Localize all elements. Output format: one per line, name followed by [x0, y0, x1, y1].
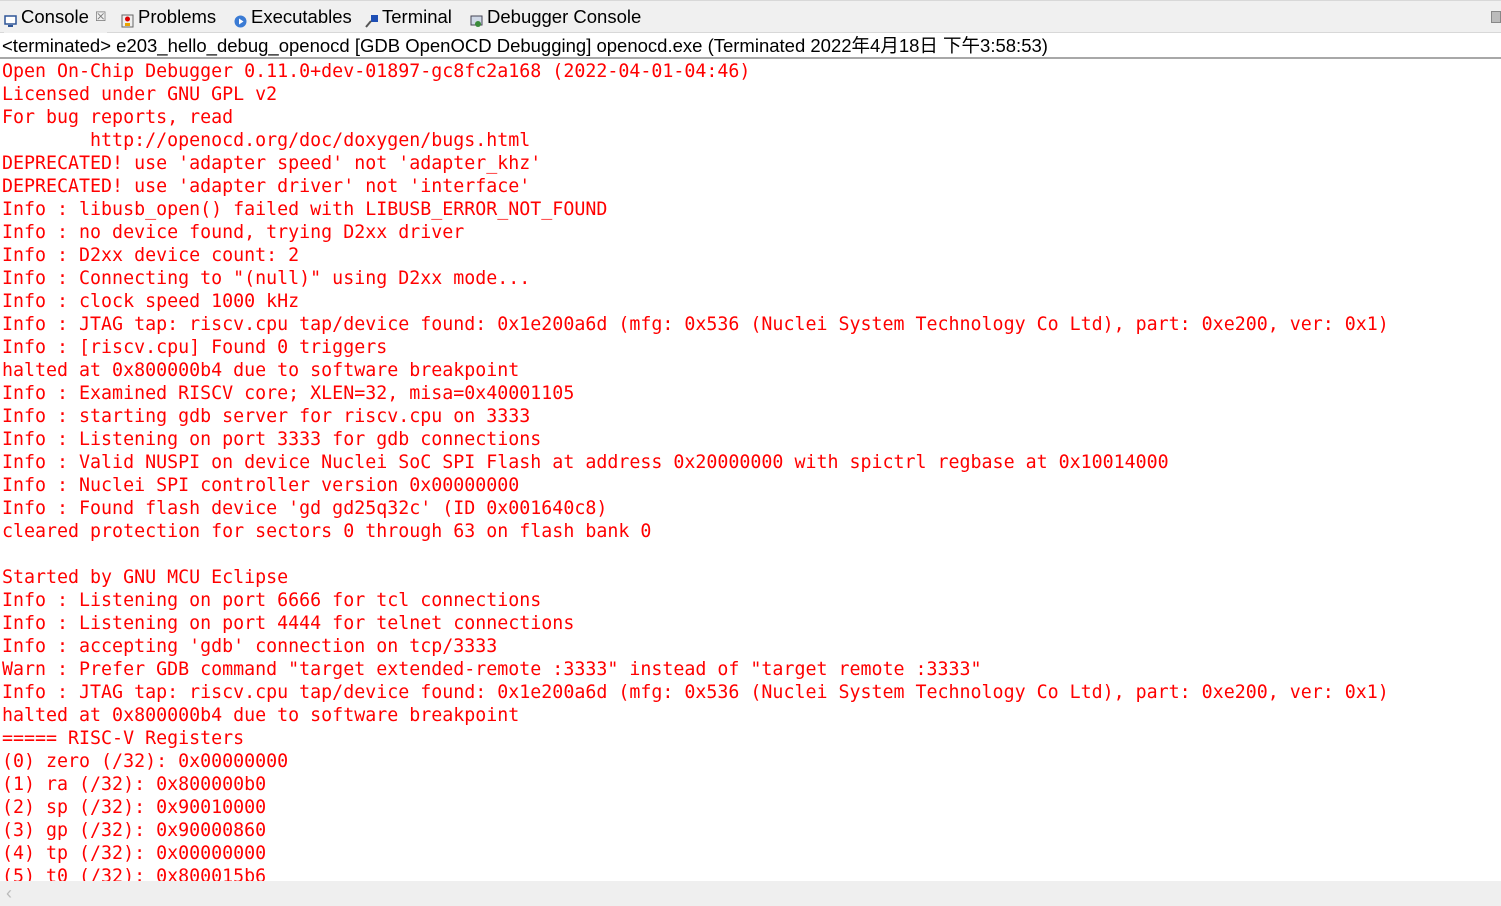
console-output[interactable]: Open On-Chip Debugger 0.11.0+dev-01897-g…	[2, 60, 1501, 881]
console-line: http://openocd.org/doc/doxygen/bugs.html	[2, 130, 531, 151]
console-line: Info : [riscv.cpu] Found 0 triggers	[2, 337, 388, 358]
console-line: Info : Listening on port 4444 for telnet…	[2, 613, 575, 634]
console-line: cleared protection for sectors 0 through…	[2, 521, 652, 542]
maximize-button[interactable]	[1491, 11, 1501, 23]
executables-icon	[234, 11, 247, 27]
tab-label: Console	[21, 6, 89, 27]
console-line: DEPRECATED! use 'adapter speed' not 'ada…	[2, 153, 542, 174]
console-line: Info : libusb_open() failed with LIBUSB_…	[2, 199, 608, 220]
console-line: Info : JTAG tap: riscv.cpu tap/device fo…	[2, 682, 1389, 703]
console-line: Info : JTAG tap: riscv.cpu tap/device fo…	[2, 314, 1389, 335]
console-line: Info : accepting 'gdb' connection on tcp…	[2, 636, 498, 657]
console-line: Info : Found flash device 'gd gd25q32c' …	[2, 498, 608, 519]
debugger-console-icon	[470, 11, 483, 27]
tab-label: Executables	[251, 6, 352, 27]
console-line: For bug reports, read	[2, 107, 234, 128]
console-line: Open On-Chip Debugger 0.11.0+dev-01897-g…	[2, 61, 751, 82]
tab-executables[interactable]: Executables	[234, 1, 352, 33]
tab-label: Terminal	[382, 6, 452, 27]
process-status: <terminated> e203_hello_debug_openocd [G…	[2, 35, 1048, 56]
console-line: (4) tp (/32): 0x00000000	[2, 843, 267, 864]
horizontal-scrollbar[interactable]: ‹	[0, 881, 1501, 906]
console-line: Warn : Prefer GDB command "target extend…	[2, 659, 982, 680]
console-line: Info : Listening on port 3333 for gdb co…	[2, 429, 542, 450]
close-icon[interactable]: ☒	[95, 9, 107, 25]
console-line: ===== RISC-V Registers	[2, 728, 245, 749]
console-line: (1) ra (/32): 0x800000b0	[2, 774, 267, 795]
console-line: (2) sp (/32): 0x90010000	[2, 797, 267, 818]
console-line: Info : D2xx device count: 2	[2, 245, 300, 266]
console-line: Started by GNU MCU Eclipse	[2, 567, 289, 588]
console-line: Info : starting gdb server for riscv.cpu…	[2, 406, 531, 427]
console-line: Info : Nuclei SPI controller version 0x0…	[2, 475, 520, 496]
console-line: (3) gp (/32): 0x90000860	[2, 820, 267, 841]
tab-problems[interactable]: Problems	[121, 1, 216, 33]
tab-console[interactable]: Console ☒	[4, 1, 107, 33]
console-line: (5) t0 (/32): 0x800015b6	[2, 866, 267, 881]
tab-debugger-console[interactable]: Debugger Console	[470, 1, 641, 33]
console-line: (0) zero (/32): 0x00000000	[2, 751, 289, 772]
console-line: Licensed under GNU GPL v2	[2, 84, 278, 105]
console-line: Info : Valid NUSPI on device Nuclei SoC …	[2, 452, 1169, 473]
terminal-icon	[365, 11, 378, 28]
console-line: halted at 0x800000b4 due to software bre…	[2, 705, 520, 726]
console-line: halted at 0x800000b4 due to software bre…	[2, 360, 520, 381]
problems-icon	[121, 11, 134, 27]
console-line: Info : Examined RISCV core; XLEN=32, mis…	[2, 383, 575, 404]
tab-label: Debugger Console	[487, 6, 642, 27]
console-line: Info : Connecting to "(null)" using D2xx…	[2, 268, 531, 289]
console-icon	[4, 11, 17, 27]
divider	[0, 57, 1501, 59]
tab-terminal[interactable]: Terminal	[365, 1, 452, 33]
scroll-left-icon[interactable]: ‹	[6, 883, 12, 904]
console-line: Info : no device found, trying D2xx driv…	[2, 222, 465, 243]
console-line: Info : Listening on port 6666 for tcl co…	[2, 590, 542, 611]
view-tab-bar: Console ☒ Problems Executables Terminal …	[0, 0, 1501, 33]
console-line: Info : clock speed 1000 kHz	[2, 291, 300, 312]
console-line: DEPRECATED! use 'adapter driver' not 'in…	[2, 176, 531, 197]
tab-label: Problems	[138, 6, 217, 27]
